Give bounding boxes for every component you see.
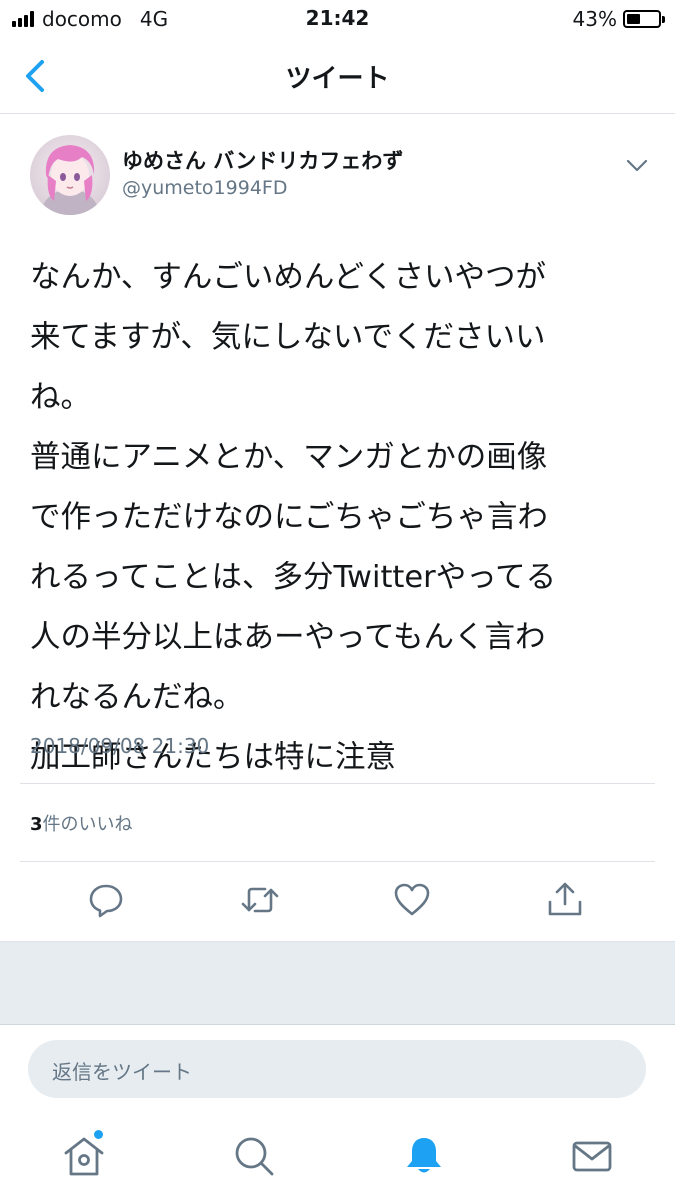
share-button[interactable] — [545, 880, 585, 920]
reply-input[interactable]: 返信をツイート — [28, 1040, 646, 1098]
page-title: ツイート — [285, 64, 390, 94]
divider — [20, 783, 655, 784]
tweet-text: なんか、すんごいめんどくさいやつが 来てますが、気にしないでくださいい ね。普通にア… — [30, 248, 655, 788]
retweet-button[interactable] — [240, 880, 280, 920]
tweet-timestamp: 2018/09/08 21:30 — [30, 734, 210, 758]
reply-icon — [89, 884, 123, 918]
share-icon — [548, 882, 582, 916]
tweet-text-line: れるってことは、多分Twitterやってる — [30, 560, 557, 595]
likes-row[interactable]: 3件のいいね — [30, 810, 133, 836]
heart-icon — [394, 883, 430, 916]
tweet-text-line: 人の半分以上はあーやってもんく言わ — [30, 620, 546, 655]
search-icon — [235, 1137, 274, 1176]
notifications-icon — [407, 1138, 441, 1173]
avatar-image — [30, 135, 110, 215]
new-activity-dot — [94, 1130, 103, 1139]
battery-icon — [623, 10, 665, 28]
tweet-text-line: なんか、すんごいめんどくさいやつが — [30, 260, 547, 295]
like-button[interactable] — [392, 880, 432, 920]
tweet-text-line: で作っただけなのにごちゃごちゃ言わ — [30, 500, 548, 535]
status-right: 43% — [572, 7, 665, 31]
tweet-header: ゆめさん バンドリカフェわず @yumeto1994FD — [0, 115, 675, 225]
likes-label: 件のいいね — [42, 814, 133, 835]
messages-icon — [572, 1141, 612, 1172]
nav-bar: ツイート — [0, 38, 675, 114]
tab-notifications[interactable] — [402, 1134, 446, 1178]
reply-placeholder: 返信をツイート — [52, 1060, 192, 1084]
tweet-text-line: ね。 — [30, 380, 91, 415]
display-name[interactable]: ゆめさん バンドリカフェわず — [122, 145, 403, 175]
divider — [20, 861, 655, 862]
user-handle[interactable]: @yumeto1994FD — [122, 177, 287, 199]
action-bar — [0, 872, 675, 940]
tab-search[interactable] — [232, 1134, 276, 1178]
reply-button[interactable] — [86, 880, 126, 920]
chevron-down-icon — [626, 159, 648, 172]
separator-band — [0, 941, 675, 1025]
tweet-text-line: 来てますが、気にしないでくださいい — [30, 320, 546, 355]
tab-messages[interactable] — [570, 1134, 614, 1178]
status-bar: docomo 4G 21:42 43% — [0, 0, 675, 38]
battery-nub — [662, 16, 665, 23]
avatar[interactable] — [30, 135, 110, 215]
tweet-text-line: れなるんだね。 — [30, 680, 244, 715]
battery-fill — [627, 14, 640, 24]
tab-bar — [0, 1118, 675, 1200]
likes-count: 3 — [30, 814, 43, 835]
home-icon — [64, 1137, 104, 1176]
retweet-icon — [241, 887, 279, 913]
tab-home[interactable] — [62, 1134, 106, 1178]
battery-percent: 43% — [572, 7, 617, 31]
tweet-text-line: 普通にアニメとか、マンガとかの画像 — [30, 440, 548, 475]
more-options-button[interactable] — [622, 153, 652, 177]
